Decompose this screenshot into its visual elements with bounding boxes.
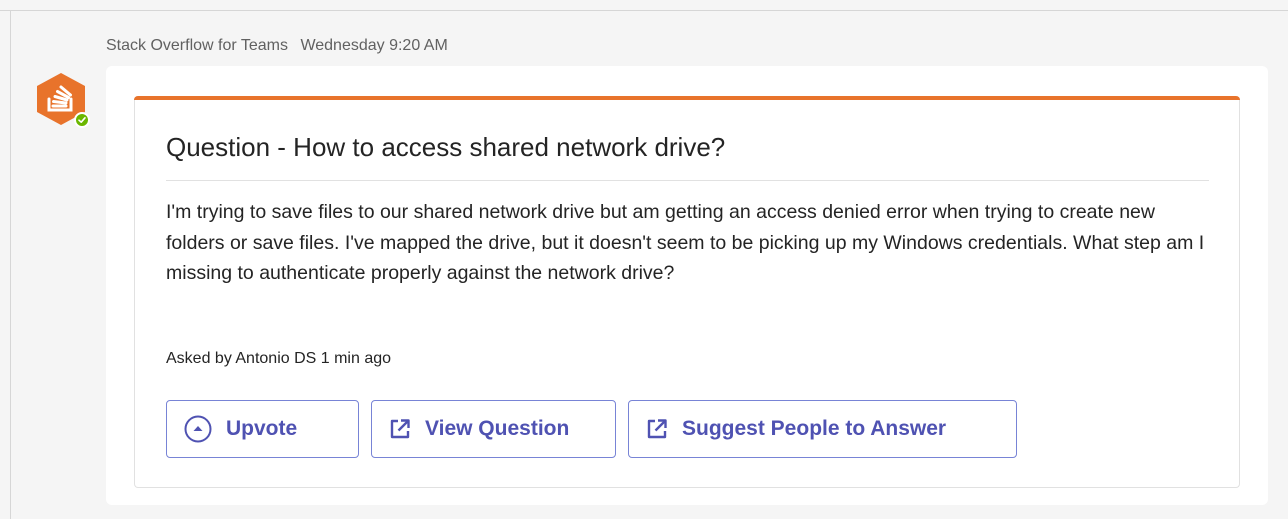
card-title: Question - How to access shared network … (166, 132, 726, 162)
message-bubble: Question - How to access shared network … (106, 66, 1268, 505)
open-external-icon (645, 417, 669, 441)
suggest-people-label: Suggest People to Answer (682, 417, 947, 440)
message-header: Stack Overflow for Teams Wednesday 9:20 … (106, 37, 448, 55)
sender-name[interactable]: Stack Overflow for Teams (106, 37, 288, 54)
card-actions: Upvote View Question Suggest People to A… (166, 400, 1017, 458)
upvote-label: Upvote (226, 417, 298, 440)
card-divider (166, 180, 1209, 181)
view-question-label: View Question (425, 417, 570, 440)
question-card: Question - How to access shared network … (134, 96, 1240, 488)
card-asked-by: Asked by Antonio DS 1 min ago (166, 350, 392, 367)
available-check-icon (74, 112, 90, 128)
message-timestamp: Wednesday 9:20 AM (300, 37, 448, 54)
card-accent-bar (134, 96, 1240, 100)
upvote-button[interactable]: Upvote (166, 400, 359, 458)
view-question-button[interactable]: View Question (371, 400, 616, 458)
card-body-text: I'm trying to save files to our shared n… (166, 201, 1205, 284)
left-divider (10, 10, 11, 519)
open-external-icon (388, 417, 412, 441)
suggest-people-button[interactable]: Suggest People to Answer (628, 400, 1017, 458)
avatar[interactable] (30, 70, 92, 132)
chat-pane: Stack Overflow for Teams Wednesday 9:20 … (0, 0, 1288, 519)
upvote-circle-icon (183, 414, 213, 444)
top-divider (0, 0, 1288, 11)
